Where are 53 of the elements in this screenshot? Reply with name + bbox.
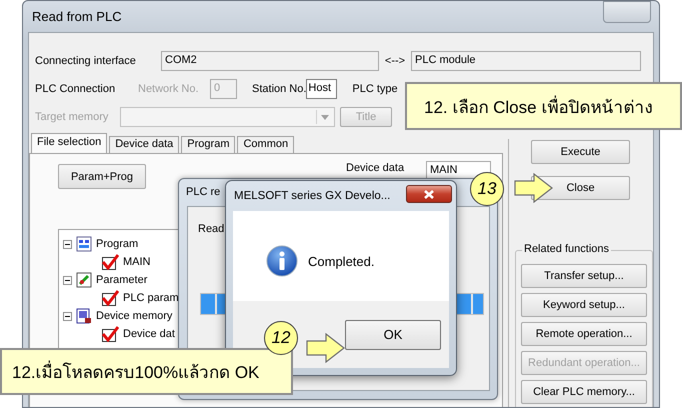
interface-field[interactable]: COM2: [161, 51, 379, 71]
function-button[interactable]: Keyword setup...: [521, 293, 647, 317]
tree-item[interactable]: Program: [96, 238, 138, 250]
field-label: Station No.: [252, 83, 306, 95]
collapse-toggle[interactable]: [63, 240, 72, 248]
tree-item[interactable]: PLC param: [123, 292, 179, 304]
link-symbol: <-->: [384, 55, 406, 67]
collapse-toggle[interactable]: [63, 276, 72, 284]
tree-item[interactable]: Parameter: [96, 274, 148, 286]
checkbox[interactable]: [101, 254, 119, 270]
window-title: MELSOFT series GX Develo...: [234, 190, 390, 202]
parameter-icon: [76, 272, 92, 288]
tab[interactable]: File selection: [31, 133, 108, 153]
field-label: PLC Connection: [35, 83, 116, 95]
close-button[interactable]: [406, 185, 452, 203]
param-prog-button[interactable]: Param+Prog: [58, 164, 146, 189]
action-button[interactable]: Execute: [531, 140, 630, 164]
group-title: Related functions: [522, 243, 611, 255]
tab[interactable]: Common: [237, 136, 294, 153]
function-button[interactable]: Transfer setup...: [521, 264, 647, 288]
module-field[interactable]: PLC module: [411, 51, 641, 71]
checkbox[interactable]: [101, 290, 119, 306]
tab[interactable]: Device data: [109, 136, 180, 153]
field-label: PLC type: [352, 83, 398, 95]
tab[interactable]: Program: [181, 136, 236, 153]
window-title: PLC re: [186, 186, 220, 198]
info-icon: [266, 245, 298, 277]
checkbox[interactable]: [101, 326, 119, 342]
callout-note: 12. เลือก Close เพื่อปิดหน้าต่าง: [405, 82, 682, 130]
field-label: Network No.: [138, 83, 200, 95]
field-label: Device data: [346, 162, 406, 174]
program-icon: [76, 236, 92, 252]
close-icon: [423, 188, 435, 200]
station-field[interactable]: Host: [306, 79, 338, 99]
minus-icon: [63, 240, 72, 248]
callout-note: 12.เมื่อโหลดครบ100%แล้วกด OK: [0, 348, 293, 395]
minus-icon: [63, 312, 72, 320]
function-button[interactable]: Remote operation...: [521, 322, 647, 346]
arrow-icon: [514, 173, 554, 203]
collapse-toggle[interactable]: [63, 312, 72, 320]
minus-icon: [63, 276, 72, 284]
function-button[interactable]: Clear PLC memory...: [521, 380, 647, 404]
ok-button[interactable]: OK: [345, 320, 441, 350]
window-title: Read from PLC: [32, 9, 122, 24]
status-text: Read: [198, 223, 224, 235]
memory-icon: [76, 308, 92, 324]
field-label: Target memory: [35, 111, 110, 123]
tree-item[interactable]: Device dat: [123, 328, 175, 340]
arrow-icon: [306, 333, 346, 363]
tree-item[interactable]: Device memory: [96, 310, 172, 322]
field-label: Connecting interface: [35, 55, 137, 67]
tree-item[interactable]: MAIN: [123, 256, 150, 268]
message-text: Completed.: [308, 254, 374, 268]
